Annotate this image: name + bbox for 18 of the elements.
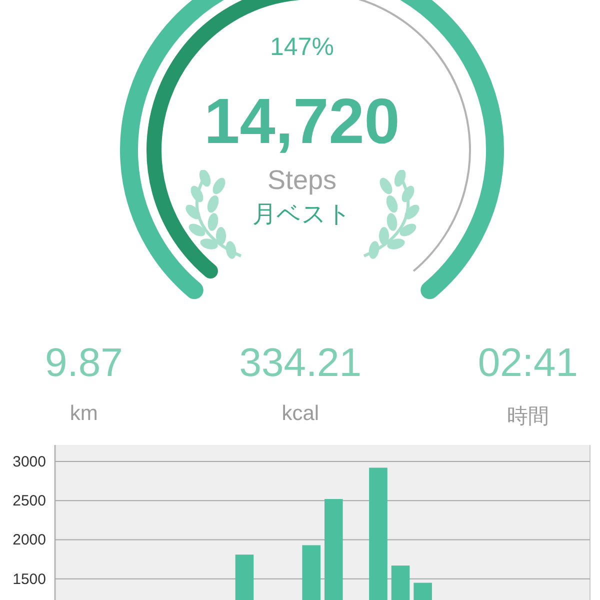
steps-label: Steps — [267, 164, 337, 196]
chart-bar — [391, 566, 410, 600]
chart-bar — [235, 554, 254, 600]
axis-label: 2000 — [12, 532, 46, 549]
stat-label: kcal — [282, 402, 320, 426]
step-count: 14,720 — [204, 86, 400, 156]
axis-label: 3000 — [12, 453, 46, 470]
stat-label: 時間 — [506, 404, 549, 430]
stat-value: 9.87 — [45, 340, 123, 386]
badge-label: 月ベスト — [252, 200, 352, 230]
goal-percent: 147% — [270, 32, 334, 62]
axis-label: 2500 — [12, 492, 46, 510]
stat-label: km — [70, 402, 98, 426]
stat-value: 02:41 — [478, 340, 578, 386]
chart-bar — [414, 582, 432, 600]
chart-bar — [302, 545, 320, 600]
axis-label: 1500 — [12, 570, 46, 588]
stat-value: 334.21 — [239, 340, 362, 386]
